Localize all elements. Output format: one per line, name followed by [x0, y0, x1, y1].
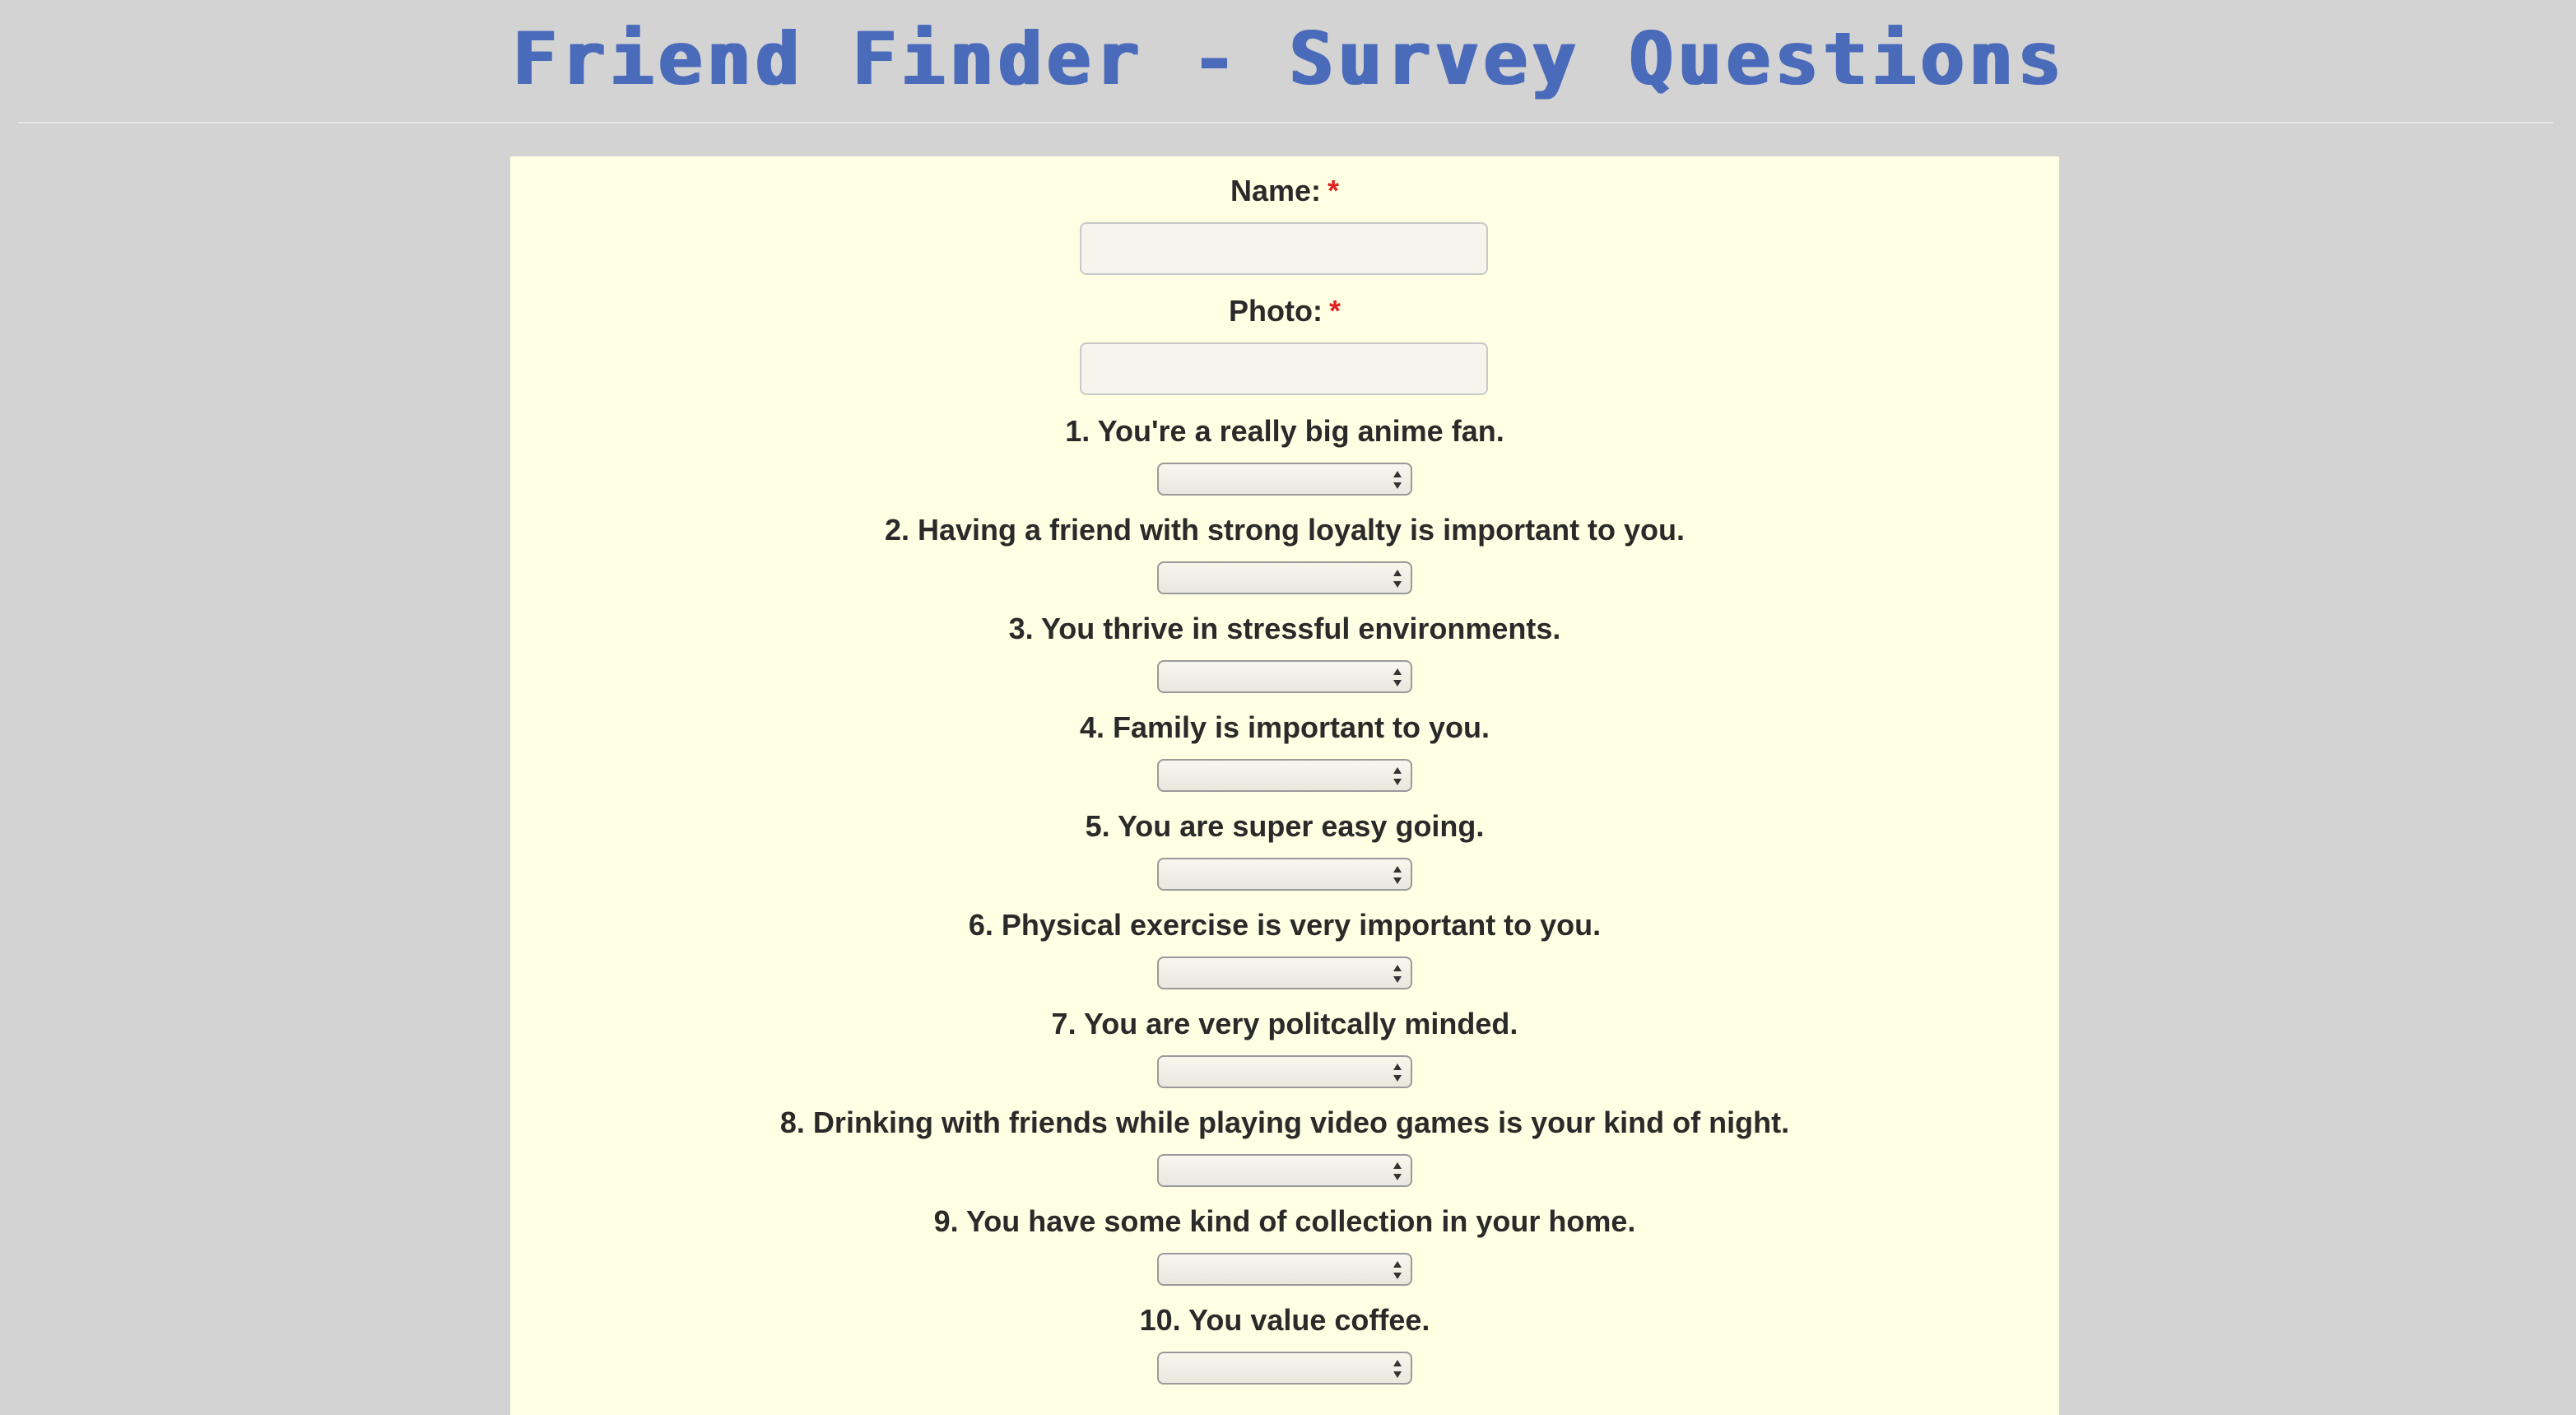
question-10-label: 10. You value coffee. — [1139, 1303, 1430, 1337]
page-title: Friend Finder - Survey Questions — [511, 16, 2065, 101]
question-7-label: 7. You are very politcally minded. — [1051, 1007, 1518, 1040]
question-2-label: 2. Having a friend with strong loyalty i… — [884, 513, 1686, 547]
question-9-select[interactable] — [1157, 1253, 1412, 1286]
up-down-chevron-icon — [1393, 1064, 1402, 1082]
required-marker: * — [1328, 174, 1340, 207]
question-8-label: 8. Drinking with friends while playing v… — [779, 1105, 1790, 1139]
question-4-label: 4. Family is important to you. — [1079, 710, 1490, 744]
up-down-chevron-icon — [1393, 471, 1402, 489]
up-down-chevron-icon — [1393, 668, 1402, 687]
up-down-chevron-icon — [1393, 1360, 1402, 1378]
up-down-chevron-icon — [1393, 965, 1402, 983]
question-6-label: 6. Physical exercise is very important t… — [968, 908, 1602, 942]
survey-form: Name: * Photo: * 1. You're a really big an… — [510, 156, 2059, 1415]
required-marker: * — [1328, 294, 1341, 328]
photo-label: Photo: * — [510, 293, 2059, 329]
question-10-select[interactable] — [1157, 1352, 1412, 1385]
question-3-label: 3. You thrive in stressful environments. — [1008, 612, 1561, 645]
question-6-select[interactable] — [1157, 957, 1412, 989]
question-1-label: 1. You're a really big anime fan. — [1065, 414, 1504, 448]
name-label-text: Name: — [1230, 174, 1322, 207]
page-header: Friend Finder - Survey Questions — [0, 0, 2576, 123]
question-1-select[interactable] — [1157, 463, 1412, 496]
question-9-label: 9. You have some kind of collection in y… — [933, 1204, 1636, 1238]
up-down-chevron-icon — [1393, 570, 1402, 588]
question-5-label: 5. You are super easy going. — [1085, 809, 1485, 843]
question-3-select[interactable] — [1157, 660, 1412, 693]
name-label: Name: * — [510, 173, 2059, 209]
question-4-select[interactable] — [1157, 759, 1412, 792]
up-down-chevron-icon — [1393, 866, 1402, 884]
question-8-select[interactable] — [1157, 1154, 1412, 1187]
up-down-chevron-icon — [1393, 1162, 1402, 1180]
question-2-select[interactable] — [1157, 561, 1412, 594]
question-5-select[interactable] — [1157, 858, 1412, 891]
question-7-select[interactable] — [1157, 1055, 1412, 1088]
photo-label-text: Photo: — [1229, 294, 1323, 328]
up-down-chevron-icon — [1393, 767, 1402, 785]
up-down-chevron-icon — [1393, 1261, 1402, 1279]
name-input[interactable] — [1080, 222, 1488, 275]
photo-input[interactable] — [1080, 342, 1488, 395]
header-divider — [18, 122, 2553, 123]
